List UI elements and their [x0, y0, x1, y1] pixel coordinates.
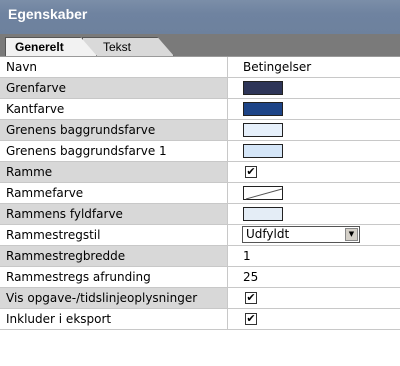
- dropdown-value: Udfyldt: [246, 227, 290, 241]
- checkbox[interactable]: ✔: [245, 292, 257, 304]
- color-swatch[interactable]: [243, 81, 283, 95]
- property-value[interactable]: 25: [237, 267, 400, 287]
- property-value[interactable]: [237, 204, 400, 224]
- diagonal-slash-icon: [245, 188, 283, 200]
- no-color-swatch[interactable]: [243, 186, 283, 200]
- property-value[interactable]: [237, 183, 400, 203]
- property-row-rammestregs-afrunding[interactable]: Rammestregs afrunding 25: [0, 267, 400, 288]
- property-value-text[interactable]: 1: [243, 246, 251, 266]
- property-value[interactable]: Betingelser: [237, 57, 400, 77]
- property-label: Vis opgave-/tidslinjeoplysninger: [0, 288, 228, 308]
- tab-tekst[interactable]: Tekst: [82, 37, 174, 56]
- checkbox[interactable]: ✔: [245, 313, 257, 325]
- color-swatch[interactable]: [243, 207, 283, 221]
- property-value[interactable]: [237, 141, 400, 161]
- property-label: Rammens fyldfarve: [0, 204, 228, 224]
- property-value-text[interactable]: Betingelser: [243, 57, 311, 77]
- property-label: Navn: [0, 57, 228, 77]
- color-swatch[interactable]: [243, 102, 283, 116]
- properties-header: Egenskaber: [0, 0, 400, 34]
- property-value-text[interactable]: 25: [243, 267, 258, 287]
- color-swatch[interactable]: [243, 123, 283, 137]
- chevron-down-icon[interactable]: ▼: [345, 228, 358, 241]
- property-row-vis-opgave-tidslinjeoplysninger[interactable]: Vis opgave-/tidslinjeoplysninger ✔: [0, 288, 400, 309]
- property-value[interactable]: [237, 120, 400, 140]
- property-row-rammefarve[interactable]: Rammefarve: [0, 183, 400, 204]
- check-icon: ✔: [246, 165, 256, 178]
- property-row-grenfarve[interactable]: Grenfarve: [0, 78, 400, 99]
- property-value[interactable]: Udfyldt ▼: [237, 225, 400, 245]
- checkbox[interactable]: ✔: [245, 166, 257, 178]
- property-label: Grenfarve: [0, 78, 228, 98]
- property-grid: Navn Betingelser Grenfarve Kantfarve Grenens…: [0, 56, 400, 330]
- color-swatch[interactable]: [243, 144, 283, 158]
- property-value[interactable]: 1: [237, 246, 400, 266]
- tab-strip: Tekst Generelt: [0, 34, 400, 56]
- property-label: Grenens baggrundsfarve 1: [0, 141, 228, 161]
- property-label: Rammestregs afrunding: [0, 267, 228, 287]
- property-value[interactable]: [237, 99, 400, 119]
- property-row-inkluder-i-eksport[interactable]: Inkluder i eksport ✔: [0, 309, 400, 330]
- property-value[interactable]: ✔: [237, 309, 400, 329]
- property-label: Ramme: [0, 162, 228, 182]
- property-label: Inkluder i eksport: [0, 309, 228, 329]
- property-row-rammestregstil[interactable]: Rammestregstil Udfyldt ▼: [0, 225, 400, 246]
- check-icon: ✔: [246, 312, 256, 325]
- property-value[interactable]: ✔: [237, 288, 400, 308]
- property-label: Kantfarve: [0, 99, 228, 119]
- property-row-rammens-fyldfarve[interactable]: Rammens fyldfarve: [0, 204, 400, 225]
- property-row-grenens-baggrundsfarve[interactable]: Grenens baggrundsfarve: [0, 120, 400, 141]
- property-label: Rammestregstil: [0, 225, 228, 245]
- property-value[interactable]: ✔: [237, 162, 400, 182]
- check-icon: ✔: [246, 291, 256, 304]
- panel-title: Egenskaber: [8, 6, 88, 22]
- property-row-kantfarve[interactable]: Kantfarve: [0, 99, 400, 120]
- property-label: Grenens baggrundsfarve: [0, 120, 228, 140]
- property-label: Rammestregbredde: [0, 246, 228, 266]
- property-label: Rammefarve: [0, 183, 228, 203]
- property-row-rammestregbredde[interactable]: Rammestregbredde 1: [0, 246, 400, 267]
- property-row-navn[interactable]: Navn Betingelser: [0, 57, 400, 78]
- property-row-ramme[interactable]: Ramme ✔: [0, 162, 400, 183]
- property-value[interactable]: [237, 78, 400, 98]
- line-style-dropdown[interactable]: Udfyldt ▼: [242, 226, 360, 243]
- property-row-grenens-baggrundsfarve-1[interactable]: Grenens baggrundsfarve 1: [0, 141, 400, 162]
